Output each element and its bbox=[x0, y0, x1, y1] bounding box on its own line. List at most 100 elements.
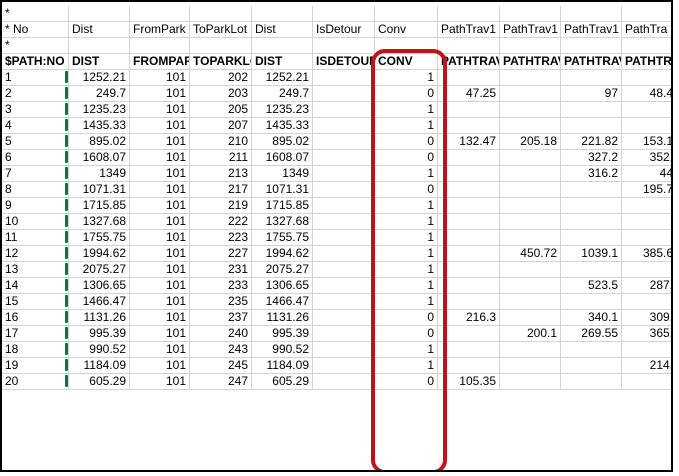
table-cell[interactable]: 101 bbox=[130, 118, 190, 134]
table-cell[interactable]: 1994.62 bbox=[69, 246, 130, 262]
table-cell[interactable]: 340.1 bbox=[561, 310, 622, 326]
table-cell[interactable]: 605.29 bbox=[252, 374, 313, 390]
table-cell[interactable]: 8 bbox=[2, 182, 69, 198]
marker-cell[interactable]: * bbox=[2, 38, 69, 54]
table-cell[interactable]: 1184.09 bbox=[252, 358, 313, 374]
table-cell[interactable] bbox=[561, 118, 622, 134]
table-cell[interactable] bbox=[500, 70, 561, 86]
table-cell[interactable]: 1184.09 bbox=[69, 358, 130, 374]
table-cell[interactable]: 0 bbox=[375, 310, 438, 326]
table-cell[interactable]: 1466.47 bbox=[252, 294, 313, 310]
table-cell[interactable] bbox=[438, 262, 500, 278]
table-cell[interactable]: 1 bbox=[375, 294, 438, 310]
table-cell[interactable] bbox=[438, 278, 500, 294]
table-cell[interactable]: 450.72 bbox=[500, 246, 561, 262]
empty-cell[interactable] bbox=[69, 38, 130, 54]
table-cell[interactable]: 247 bbox=[190, 374, 252, 390]
table-cell[interactable]: 0 bbox=[313, 86, 375, 102]
table-cell[interactable]: 1349 bbox=[69, 166, 130, 182]
table-cell[interactable] bbox=[500, 358, 561, 374]
table-cell[interactable] bbox=[500, 294, 561, 310]
table-cell[interactable]: 0 bbox=[375, 374, 438, 390]
table-cell[interactable] bbox=[438, 294, 500, 310]
table-cell[interactable]: 203 bbox=[190, 86, 252, 102]
table-cell[interactable]: 1131.26 bbox=[252, 310, 313, 326]
table-cell[interactable]: 0 bbox=[375, 182, 438, 198]
table-cell[interactable] bbox=[622, 342, 671, 358]
table-cell[interactable]: 1 bbox=[375, 342, 438, 358]
table-cell[interactable]: 895.02 bbox=[252, 134, 313, 150]
table-cell[interactable]: 1071.31 bbox=[69, 182, 130, 198]
table-cell[interactable]: 1306.65 bbox=[252, 278, 313, 294]
table-cell[interactable]: 1252.21 bbox=[252, 70, 313, 86]
table-cell[interactable] bbox=[500, 262, 561, 278]
table-cell[interactable]: 101 bbox=[130, 182, 190, 198]
column-header[interactable]: Dist bbox=[69, 22, 130, 38]
table-cell[interactable] bbox=[438, 198, 500, 214]
table-cell[interactable] bbox=[500, 342, 561, 358]
table-cell[interactable] bbox=[561, 102, 622, 118]
table-cell[interactable]: 19 bbox=[2, 358, 69, 374]
table-cell[interactable]: 101 bbox=[130, 278, 190, 294]
table-cell[interactable]: 101 bbox=[130, 214, 190, 230]
column-header[interactable]: Conv bbox=[375, 22, 438, 38]
code-header[interactable]: PATHTRA bbox=[622, 54, 671, 70]
table-cell[interactable]: 0 bbox=[313, 278, 375, 294]
table-cell[interactable]: 385.6 bbox=[622, 246, 671, 262]
empty-cell[interactable] bbox=[190, 6, 252, 22]
table-cell[interactable]: 245 bbox=[190, 358, 252, 374]
table-cell[interactable]: 207 bbox=[190, 118, 252, 134]
table-cell[interactable]: 990.52 bbox=[69, 342, 130, 358]
table-cell[interactable]: 1435.33 bbox=[69, 118, 130, 134]
table-cell[interactable]: 1 bbox=[375, 198, 438, 214]
table-cell[interactable]: 1608.07 bbox=[252, 150, 313, 166]
empty-cell[interactable] bbox=[252, 38, 313, 54]
table-cell[interactable]: 202 bbox=[190, 70, 252, 86]
table-cell[interactable]: 1327.68 bbox=[69, 214, 130, 230]
table-cell[interactable]: 0 bbox=[313, 342, 375, 358]
table-cell[interactable] bbox=[561, 70, 622, 86]
table-cell[interactable]: 523.5 bbox=[561, 278, 622, 294]
table-cell[interactable]: 101 bbox=[130, 150, 190, 166]
table-cell[interactable]: 4 bbox=[2, 118, 69, 134]
table-cell[interactable] bbox=[438, 342, 500, 358]
table-cell[interactable]: 2 bbox=[2, 86, 69, 102]
table-cell[interactable]: 200.1 bbox=[500, 326, 561, 342]
code-header[interactable]: TOPARKLO bbox=[190, 54, 252, 70]
table-cell[interactable]: 0 bbox=[313, 358, 375, 374]
column-header[interactable]: PathTrav1 bbox=[561, 22, 622, 38]
table-cell[interactable]: 1 bbox=[375, 166, 438, 182]
empty-cell[interactable] bbox=[375, 38, 438, 54]
table-cell[interactable]: 1435.33 bbox=[252, 118, 313, 134]
table-cell[interactable]: 101 bbox=[130, 134, 190, 150]
table-cell[interactable]: 1039.1 bbox=[561, 246, 622, 262]
table-cell[interactable]: 995.39 bbox=[252, 326, 313, 342]
table-cell[interactable]: 2075.27 bbox=[69, 262, 130, 278]
table-cell[interactable] bbox=[622, 214, 671, 230]
table-cell[interactable]: 214. bbox=[622, 358, 671, 374]
table-cell[interactable]: 1252.21 bbox=[69, 70, 130, 86]
column-header[interactable]: IsDetour bbox=[313, 22, 375, 38]
table-cell[interactable]: 101 bbox=[130, 310, 190, 326]
column-header[interactable]: FromPark bbox=[130, 22, 190, 38]
table-cell[interactable]: 605.29 bbox=[69, 374, 130, 390]
code-header[interactable]: ISDETOUR bbox=[313, 54, 375, 70]
table-cell[interactable]: 0 bbox=[375, 86, 438, 102]
table-cell[interactable]: 1235.23 bbox=[252, 102, 313, 118]
empty-cell[interactable] bbox=[375, 6, 438, 22]
table-cell[interactable] bbox=[561, 214, 622, 230]
empty-cell[interactable] bbox=[313, 38, 375, 54]
table-cell[interactable]: 132.47 bbox=[438, 134, 500, 150]
table-cell[interactable]: 101 bbox=[130, 294, 190, 310]
table-cell[interactable] bbox=[561, 358, 622, 374]
column-header[interactable]: PathTra bbox=[622, 22, 671, 38]
code-header[interactable]: FROMPAR bbox=[130, 54, 190, 70]
table-cell[interactable] bbox=[500, 182, 561, 198]
table-cell[interactable] bbox=[622, 70, 671, 86]
table-cell[interactable]: 213 bbox=[190, 166, 252, 182]
table-cell[interactable]: 0 bbox=[313, 214, 375, 230]
table-cell[interactable]: 205.18 bbox=[500, 134, 561, 150]
table-cell[interactable]: 0 bbox=[375, 150, 438, 166]
table-cell[interactable]: 47.25 bbox=[438, 86, 500, 102]
table-cell[interactable]: 249.7 bbox=[252, 86, 313, 102]
